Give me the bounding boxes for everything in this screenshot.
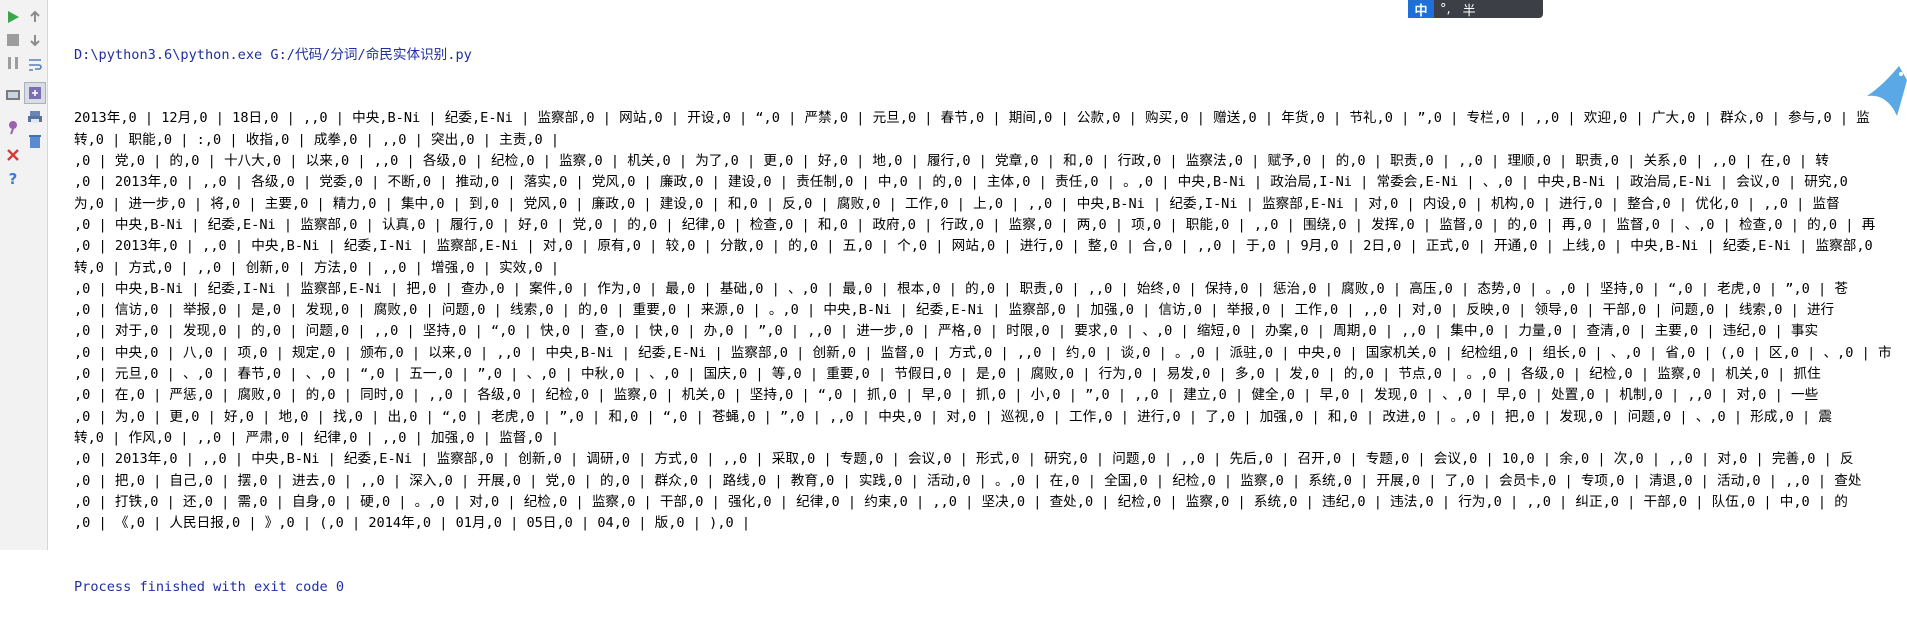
pin-icon[interactable] xyxy=(2,116,24,138)
print-icon[interactable] xyxy=(2,84,24,106)
output-line: ,0 | 中央,B-Ni | 纪委,I-Ni | 监察部,E-Ni | 把,0 … xyxy=(74,280,1849,297)
ime-width-mode[interactable]: 半 xyxy=(1457,0,1482,19)
output-line: ,0 | 中央,0 | 八,0 | 项,0 | 规定,0 | 颁布,0 | 以来… xyxy=(74,344,1892,361)
output-line: 2013年,0 | 12月,0 | 18日,0 | ,,0 | 中央,B-Ni … xyxy=(74,110,1870,127)
close-icon[interactable] xyxy=(2,144,24,166)
output-line: ,0 | 打铁,0 | 还,0 | 需,0 | 自身,0 | 硬,0 | 。,0… xyxy=(74,493,1848,510)
help-icon[interactable]: ? xyxy=(2,168,24,190)
output-line: 为,0 | 进一步,0 | 将,0 | 主要,0 | 精力,0 | 集中,0 |… xyxy=(74,195,1840,212)
output-line: ,0 | 信访,0 | 举报,0 | 是,0 | 发现,0 | 腐败,0 | 问… xyxy=(74,302,1835,319)
pin-tab-icon[interactable] xyxy=(24,82,46,104)
output-line: ,0 | 对于,0 | 发现,0 | 的,0 | 问题,0 | ,,0 | 坚持… xyxy=(74,323,1819,340)
output-line: ,0 | 《,0 | 人民日报,0 | 》,0 | (,0 | 2014年,0 … xyxy=(74,515,751,532)
console-output[interactable]: D:\python3.6\python.exe G:/代码/分词/命民实体识别.… xyxy=(74,2,1907,595)
console-toolbar: ? xyxy=(0,0,48,550)
bird-logo-icon xyxy=(1867,66,1907,116)
output-line: 转,0 | 方式,0 | ,,0 | 创新,0 | 方法,0 | ,,0 | 增… xyxy=(74,259,560,276)
output-line: ,0 | 2013年,0 | ,,0 | 中央,B-Ni | 纪委,I-Ni |… xyxy=(74,238,1873,255)
ime-status-bar[interactable]: 中 °, 半 xyxy=(1408,0,1543,19)
run-icon[interactable] xyxy=(2,6,24,28)
output-line: ,0 | 2013年,0 | ,,0 | 各级,0 | 党委,0 | 不断,0 … xyxy=(74,174,1848,191)
scroll-down-icon[interactable] xyxy=(24,29,46,51)
trash-icon[interactable] xyxy=(24,130,46,152)
output-line: 转,0 | 职能,0 | :,0 | 收指,0 | 成拳,0 | ,,0 | 突… xyxy=(74,131,560,148)
soft-wrap-icon[interactable] xyxy=(24,54,46,76)
command-line: D:\python3.6\python.exe G:/代码/分词/命民实体识别.… xyxy=(74,46,472,63)
settings-icon[interactable] xyxy=(24,106,46,128)
exit-message: Process finished with exit code 0 xyxy=(74,579,345,596)
output-line: ,0 | 中央,B-Ni | 纪委,E-Ni | 监察部,0 | 认真,0 | … xyxy=(74,216,1876,233)
output-line: ,0 | 党,0 | 的,0 | 十八大,0 | 以来,0 | ,,0 | 各级… xyxy=(74,153,1829,170)
output-line: ,0 | 元旦,0 | 、,0 | 春节,0 | 、,0 | “,0 | 五一,… xyxy=(74,366,1821,383)
output-lines: 2013年,0 | 12月,0 | 18日,0 | ,,0 | 中央,B-Ni … xyxy=(74,108,1907,534)
scroll-up-icon[interactable] xyxy=(24,6,46,28)
stop-icon[interactable] xyxy=(2,29,24,51)
output-line: ,0 | 2013年,0 | ,,0 | 中央,B-Ni | 纪委,E-Ni |… xyxy=(74,451,1854,468)
ime-logo-icon: 中 xyxy=(1408,0,1434,19)
ime-punctuation[interactable]: °, xyxy=(1434,2,1457,17)
output-line: ,0 | 把,0 | 自己,0 | 摆,0 | 进去,0 | ,,0 | 深入,… xyxy=(74,472,1862,489)
output-line: ,0 | 为,0 | 更,0 | 好,0 | 地,0 | 找,0 | 出,0 |… xyxy=(74,408,1832,425)
output-line: ,0 | 在,0 | 严惩,0 | 腐败,0 | 的,0 | 同时,0 | ,,… xyxy=(74,387,1819,404)
pause-icon[interactable] xyxy=(2,52,24,74)
output-line: 转,0 | 作风,0 | ,,0 | 严肃,0 | 纪律,0 | ,,0 | 加… xyxy=(74,429,560,446)
